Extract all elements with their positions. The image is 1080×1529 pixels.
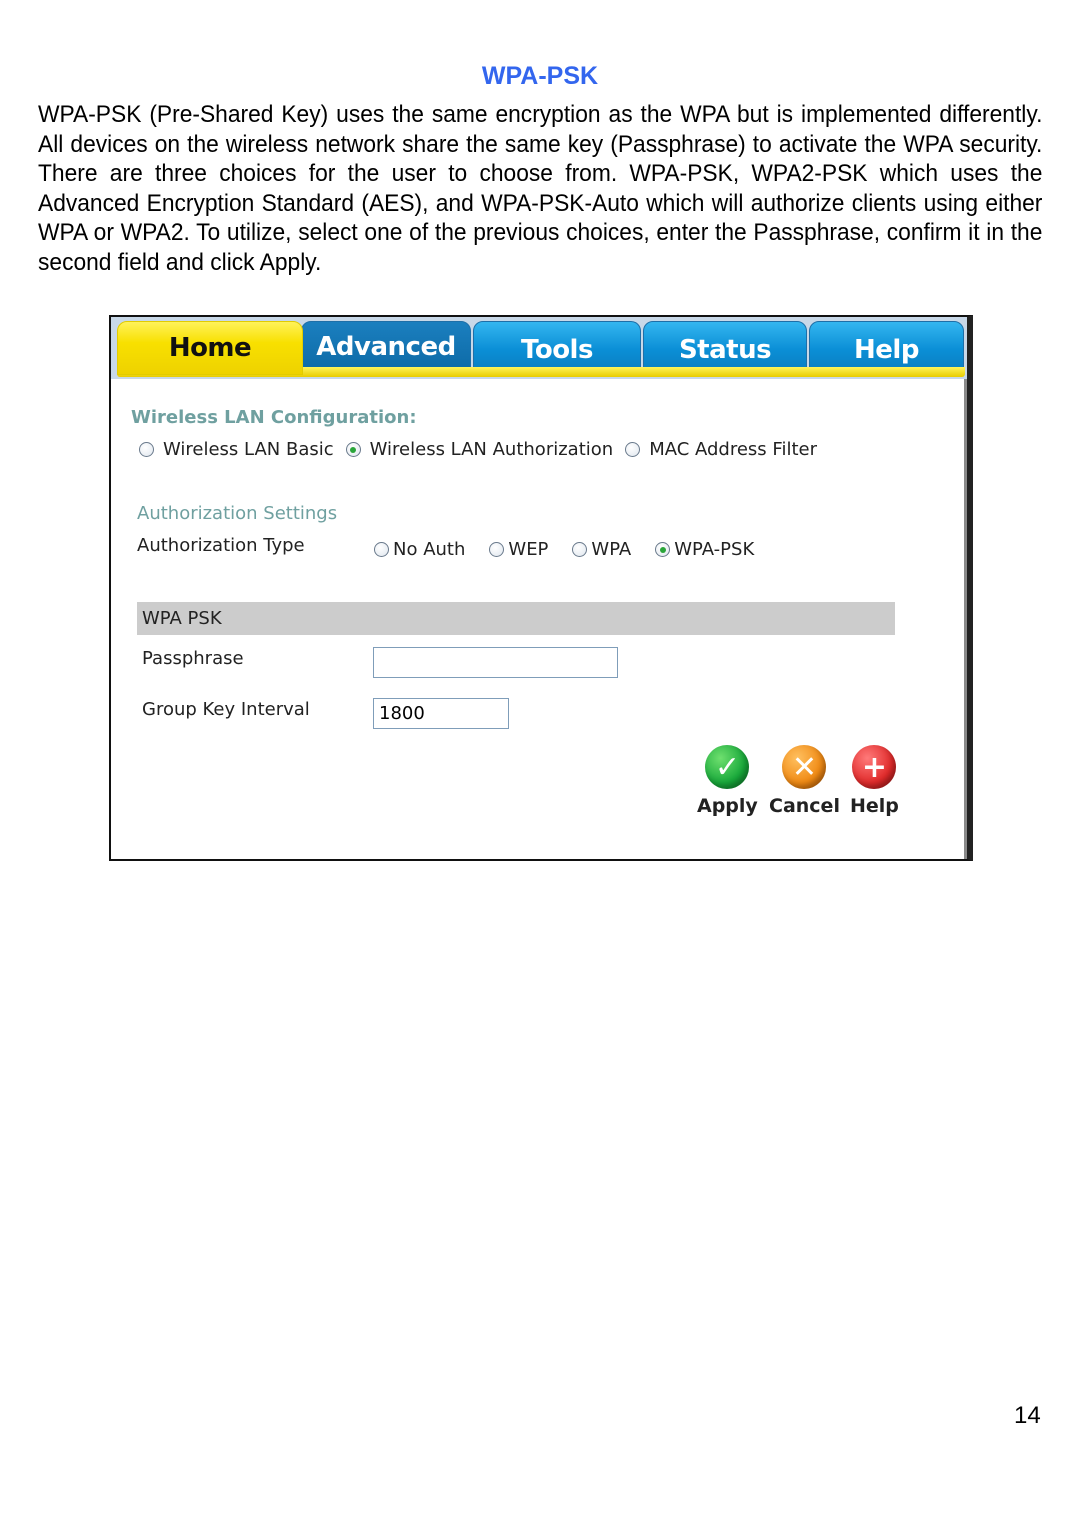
radio-wep-label[interactable]: WEP <box>508 539 548 560</box>
help-label: Help <box>850 795 899 817</box>
tab-home-label: Home <box>168 333 252 363</box>
body-paragraph-text: WPA-PSK (Pre-Shared Key) uses the same e… <box>38 101 1043 276</box>
tab-advanced-label: Advanced <box>316 332 456 362</box>
radio-wep[interactable] <box>489 542 505 557</box>
radio-mac-address-filter[interactable] <box>625 442 641 457</box>
tab-help-label: Help <box>854 335 919 365</box>
apply-button[interactable]: ✓ Apply <box>697 745 758 817</box>
apply-label: Apply <box>697 795 758 817</box>
router-ui-screenshot: Advanced Tools Status Help Home Wireless… <box>109 315 973 861</box>
auth-type-options: No Auth WEP WPA WPA-PSK <box>374 539 766 560</box>
passphrase-label: Passphrase <box>142 648 244 669</box>
plus-icon: + <box>852 745 897 789</box>
body-paragraph: WPA-PSK (Pre-Shared Key) uses the same e… <box>38 100 1042 278</box>
radio-wlan-basic[interactable] <box>139 442 154 457</box>
tab-help[interactable]: Help <box>809 321 964 373</box>
radio-wpa[interactable] <box>572 542 588 557</box>
tab-tools-label: Tools <box>521 335 593 365</box>
radio-wlan-basic-label[interactable]: Wireless LAN Basic <box>163 439 334 460</box>
tab-status[interactable]: Status <box>643 321 807 373</box>
radio-wlan-authorization-label[interactable]: Wireless LAN Authorization <box>370 439 614 460</box>
help-button[interactable]: + Help <box>850 745 899 817</box>
radio-no-auth[interactable] <box>374 542 389 557</box>
radio-no-auth-label[interactable]: No Auth <box>393 539 465 560</box>
wpa-psk-section-title: WPA PSK <box>142 608 222 629</box>
tab-bar: Advanced Tools Status Help Home <box>111 317 967 379</box>
cancel-label: Cancel <box>769 795 840 817</box>
section-heading: WPA-PSK <box>481 62 599 90</box>
radio-wpa-psk[interactable] <box>655 542 671 557</box>
cancel-button[interactable]: ✕ Cancel <box>769 745 840 817</box>
group-key-interval-label: Group Key Interval <box>142 699 310 720</box>
wpa-psk-section-header: WPA PSK <box>137 602 895 635</box>
auth-type-label: Authorization Type <box>137 535 305 556</box>
radio-mac-address-filter-label[interactable]: MAC Address Filter <box>649 439 817 460</box>
page-number: 14 <box>1014 1402 1041 1429</box>
tab-tools[interactable]: Tools <box>473 321 641 373</box>
auth-settings-title: Authorization Settings <box>137 503 338 524</box>
group-key-interval-input[interactable] <box>373 698 509 729</box>
tab-status-label: Status <box>678 335 772 365</box>
radio-wpa-label[interactable]: WPA <box>591 539 631 560</box>
x-icon: ✕ <box>782 745 827 789</box>
wlan-config-options: Wireless LAN Basic Wireless LAN Authoriz… <box>139 439 829 460</box>
checkmark-icon: ✓ <box>705 745 750 789</box>
wlan-config-title: Wireless LAN Configuration: <box>131 407 417 428</box>
radio-wlan-authorization[interactable] <box>345 442 361 457</box>
radio-wpa-psk-label[interactable]: WPA-PSK <box>674 539 754 560</box>
passphrase-input[interactable] <box>373 647 618 678</box>
frame-edge <box>964 379 967 859</box>
tab-advanced[interactable]: Advanced <box>301 321 471 373</box>
tab-home[interactable]: Home <box>117 321 303 375</box>
